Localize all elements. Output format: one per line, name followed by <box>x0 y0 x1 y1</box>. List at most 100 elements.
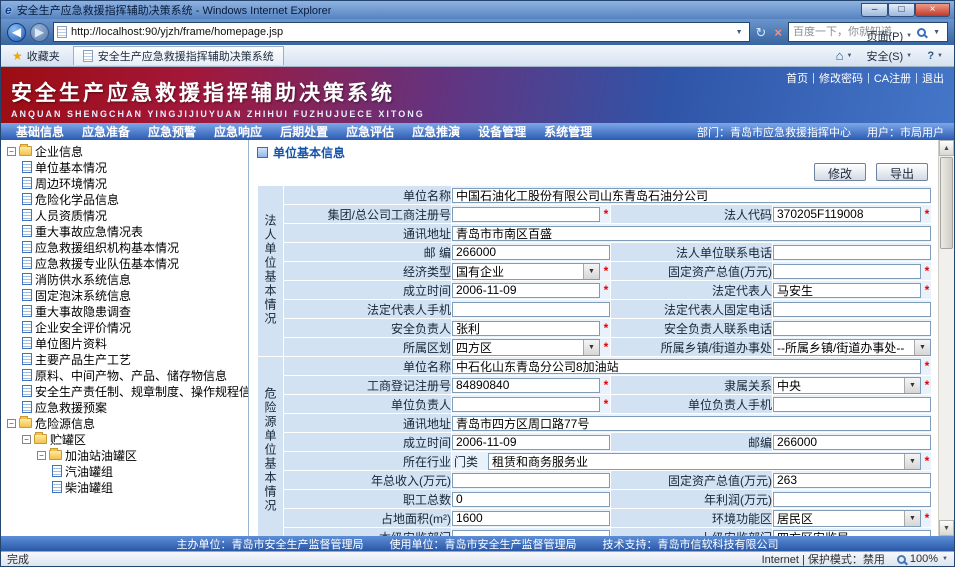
nav-item-2[interactable]: 应急预警 <box>139 123 205 140</box>
collapse-icon[interactable]: − <box>22 435 31 444</box>
collapse-icon[interactable]: − <box>37 451 46 460</box>
hazard-address-input[interactable] <box>452 416 931 431</box>
township-select[interactable]: --所属乡镇/街道办事处--▼ <box>773 339 931 356</box>
address-input[interactable] <box>452 226 931 241</box>
tree-item[interactable]: 单位图片资料 <box>3 335 248 351</box>
vertical-scrollbar[interactable]: ▲ ▼ <box>938 140 954 536</box>
nav-item-8[interactable]: 系统管理 <box>535 123 601 140</box>
tree-item[interactable]: 重大事故应急情况表 <box>3 223 248 239</box>
industry-category-select[interactable]: 租赁和商务服务业▼ <box>488 453 921 470</box>
tree-item[interactable]: 应急救援专业队伍基本情况 <box>3 255 248 271</box>
browser-tab[interactable]: 安全生产应急救援指挥辅助决策系统 <box>73 46 284 65</box>
banner-link-2[interactable]: CA注册 <box>874 70 911 86</box>
hazard-fixed-assets-input[interactable] <box>773 473 931 488</box>
tree-item[interactable]: 危险化学品信息 <box>3 191 248 207</box>
annual-profit-input[interactable] <box>773 492 931 507</box>
tree-item[interactable]: −危险源信息 <box>3 415 248 431</box>
tree-item[interactable]: 柴油罐组 <box>3 479 248 495</box>
tree-item[interactable]: 安全生产责任制、规章制度、操作规程信息 <box>3 383 248 399</box>
banner-link-1[interactable]: 修改密码 <box>819 70 863 86</box>
unit-head-mobile-input[interactable] <box>773 397 931 412</box>
env-zone-select[interactable]: 居民区▼ <box>773 510 921 527</box>
page-footer: 主办单位：青岛市安全生产监督管理局 使用单位：青岛市安全生产监督管理局 技术支持… <box>1 536 954 551</box>
tree-item[interactable]: −企业信息 <box>3 143 248 159</box>
collapse-icon[interactable]: − <box>7 419 16 428</box>
modify-button[interactable]: 修改 <box>814 163 866 181</box>
nav-item-4[interactable]: 后期处置 <box>271 123 337 140</box>
economic-type-select[interactable]: 国有企业▼ <box>452 263 600 280</box>
close-button[interactable]: × <box>915 3 950 17</box>
zoom-control[interactable]: 100% ▼ <box>897 553 948 565</box>
tree-item[interactable]: 汽油罐组 <box>3 463 248 479</box>
tree-item[interactable]: 重大事故隐患调查 <box>3 303 248 319</box>
banner-link-0[interactable]: 首页 <box>786 70 808 86</box>
business-reg-no-input[interactable] <box>452 378 600 393</box>
scroll-down-icon[interactable]: ▼ <box>939 520 954 536</box>
tree-item[interactable]: 固定泡沫系统信息 <box>3 287 248 303</box>
favorites-button[interactable]: ★ 收藏夹 <box>6 47 66 65</box>
legal-rep-mobile-input[interactable] <box>452 302 610 317</box>
hazard-founding-date-input[interactable] <box>452 435 610 450</box>
tree-item[interactable]: −加油站油罐区 <box>3 447 248 463</box>
tree-item[interactable]: 应急救援组织机构基本情况 <box>3 239 248 255</box>
tree-item[interactable]: 主要产品生产工艺 <box>3 351 248 367</box>
back-button[interactable]: ◀ <box>7 23 26 42</box>
minimize-button[interactable]: – <box>861 3 888 17</box>
forward-button[interactable]: ▶ <box>30 23 49 42</box>
help-button[interactable]: ? ▼ <box>921 48 949 64</box>
export-button[interactable]: 导出 <box>876 163 928 181</box>
search-icon[interactable] <box>917 28 926 37</box>
unit-head-input[interactable] <box>452 397 600 412</box>
nav-item-5[interactable]: 应急评估 <box>337 123 403 140</box>
group-reg-no-input[interactable] <box>452 207 600 222</box>
hazard-postcode-input[interactable] <box>773 435 931 450</box>
command-menu-0[interactable]: 页面(P)▼ <box>860 26 919 46</box>
field-cell <box>452 224 932 243</box>
fixed-assets-input[interactable] <box>773 264 921 279</box>
maximize-button[interactable]: □ <box>888 3 915 17</box>
tree-item[interactable]: 企业安全评价情况 <box>3 319 248 335</box>
employee-count-input[interactable] <box>452 492 610 507</box>
tree-item[interactable]: 消防供水系统信息 <box>3 271 248 287</box>
safety-officer-input[interactable] <box>452 321 600 336</box>
nav-item-1[interactable]: 应急准备 <box>73 123 139 140</box>
scrollbar-thumb[interactable] <box>940 157 953 249</box>
form-row: 占地面积(m²)环境功能区居民区▼* <box>258 509 932 528</box>
tree-item[interactable]: −贮罐区 <box>3 431 248 447</box>
founding-date-input[interactable] <box>452 283 600 298</box>
tree-item[interactable]: 原料、中间产物、产品、储存物信息 <box>3 367 248 383</box>
tree-item[interactable]: 人员资质情况 <box>3 207 248 223</box>
legal-representative-input[interactable] <box>773 283 921 298</box>
nav-item-3[interactable]: 应急响应 <box>205 123 271 140</box>
legal-person-code-input[interactable] <box>773 207 921 222</box>
scroll-up-icon[interactable]: ▲ <box>939 140 954 156</box>
hazard-unit-name-input[interactable] <box>452 359 921 374</box>
legal-unit-phone-input[interactable] <box>773 245 931 260</box>
command-menu-1[interactable]: 安全(S)▼ <box>860 46 919 66</box>
district-select[interactable]: 四方区▼ <box>452 339 600 356</box>
affiliation-select[interactable]: 中央▼ <box>773 377 921 394</box>
collapse-icon[interactable]: − <box>7 147 16 156</box>
unit-name-input[interactable] <box>452 188 931 203</box>
url-input[interactable] <box>71 26 729 38</box>
safety-officer-phone-input[interactable] <box>773 321 931 336</box>
field-label: 单位名称 <box>284 357 452 376</box>
status-bar: 完成 Internet | 保护模式：禁用 100% ▼ <box>1 551 954 566</box>
tree-item[interactable]: 单位基本情况 <box>3 159 248 175</box>
refresh-icon[interactable]: ↻ <box>754 26 769 39</box>
home-button[interactable]: ⌂ ▼ <box>830 46 859 65</box>
doc-icon <box>22 401 32 413</box>
banner-link-3[interactable]: 退出 <box>922 70 944 86</box>
legal-rep-phone-input[interactable] <box>773 302 931 317</box>
land-area-input[interactable] <box>452 511 610 526</box>
postcode-input[interactable] <box>452 245 610 260</box>
tree-item-label: 单位图片资料 <box>35 335 107 351</box>
address-dropdown-icon[interactable]: ▼ <box>733 29 746 36</box>
nav-item-0[interactable]: 基础信息 <box>7 123 73 140</box>
annual-income-input[interactable] <box>452 473 610 488</box>
tree-item[interactable]: 应急救援预案 <box>3 399 248 415</box>
nav-item-7[interactable]: 设备管理 <box>469 123 535 140</box>
nav-item-6[interactable]: 应急推演 <box>403 123 469 140</box>
tree-item[interactable]: 周边环境情况 <box>3 175 248 191</box>
stop-icon[interactable]: × <box>772 26 784 39</box>
